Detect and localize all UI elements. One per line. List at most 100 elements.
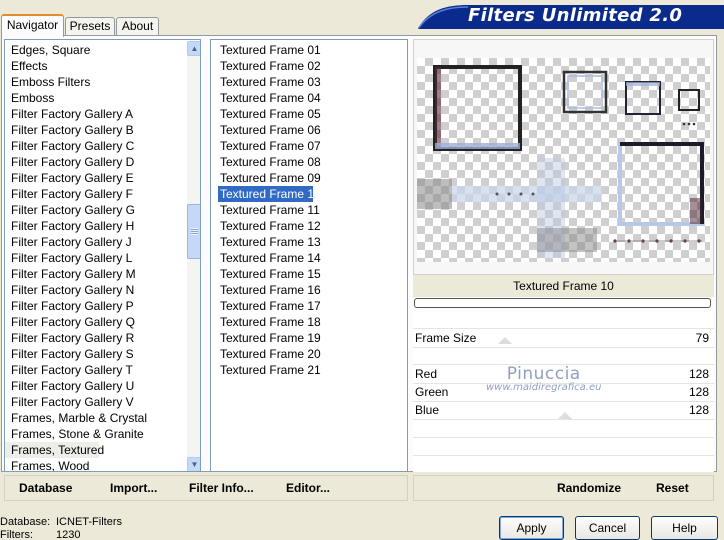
filter-item[interactable]: Textured Frame 15 — [211, 266, 407, 282]
filter-item[interactable]: Textured Frame 21 — [211, 362, 407, 378]
filter-controls: Frame Size 79 Red 128 Green 128 Blue 128… — [413, 312, 714, 472]
category-item[interactable]: Filter Factory Gallery D — [5, 154, 183, 170]
category-item[interactable]: Frames, Marble & Crystal — [5, 410, 183, 426]
tab-presets[interactable]: Presets — [65, 17, 115, 36]
preview-filter-name: Textured Frame 10 — [413, 275, 714, 297]
category-item[interactable]: Filter Factory Gallery M — [5, 266, 183, 282]
right-toolbar: Randomize Reset — [413, 475, 714, 501]
category-item[interactable]: Filter Factory Gallery F — [5, 186, 183, 202]
category-item[interactable]: Frames, Stone & Granite — [5, 426, 183, 442]
category-item[interactable]: Filter Factory Gallery C — [5, 138, 183, 154]
filter-list[interactable]: Textured Frame 01 Textured Frame 02 Textur… — [210, 39, 408, 472]
filter-info-button[interactable]: Filter Info... — [189, 481, 254, 495]
apply-button[interactable]: Apply — [499, 516, 564, 540]
category-item[interactable]: Filter Factory Gallery N — [5, 282, 183, 298]
blue-slider-thumb[interactable] — [558, 412, 572, 419]
filter-item[interactable]: Textured Frame 03 — [211, 74, 407, 90]
filter-item[interactable]: Textured Frame 11 — [211, 202, 407, 218]
filter-items: Textured Frame 01 Textured Frame 02 Textur… — [211, 42, 407, 378]
filter-item[interactable]: Textured Frame 18 — [211, 314, 407, 330]
filter-item[interactable]: Textured Frame 17 — [211, 298, 407, 314]
frame-size-control[interactable]: Frame Size 79 — [413, 329, 714, 347]
row-divider — [413, 419, 714, 420]
category-item[interactable]: Filter Factory Gallery A — [5, 106, 183, 122]
tab-about[interactable]: About — [116, 17, 159, 36]
cancel-button[interactable]: Cancel — [575, 516, 640, 540]
scroll-thumb[interactable] — [187, 204, 200, 259]
category-item[interactable]: Effects — [5, 58, 183, 74]
watermark: Pinuccia www.maidiregrafica.eu — [486, 364, 601, 393]
randomize-button[interactable]: Randomize — [557, 481, 621, 495]
progress-bar — [414, 298, 711, 308]
filter-item[interactable]: Textured Frame 06 — [211, 122, 407, 138]
database-value: ICNET-Filters — [56, 516, 122, 528]
preview-image — [417, 58, 710, 262]
category-item[interactable]: Edges, Square — [5, 42, 183, 58]
red-value: 128 — [688, 367, 709, 381]
chevron-down-icon[interactable]: ▼ — [187, 457, 200, 471]
row-divider — [413, 437, 714, 438]
green-label: Green — [415, 385, 449, 399]
category-item[interactable]: Filter Factory Gallery L — [5, 250, 183, 266]
category-item[interactable]: Emboss — [5, 90, 183, 106]
help-button[interactable]: Help — [651, 516, 718, 540]
category-item[interactable]: Filter Factory Gallery R — [5, 330, 183, 346]
filter-item[interactable]: Textured Frame 05 — [211, 106, 407, 122]
filter-item[interactable]: Textured Frame 07 — [211, 138, 407, 154]
category-item[interactable]: Filter Factory Gallery U — [5, 378, 183, 394]
filter-item[interactable]: Textured Frame 01 — [211, 42, 407, 58]
watermark-name: Pinuccia — [506, 364, 581, 384]
category-item[interactable]: Filter Factory Gallery H — [5, 218, 183, 234]
database-label: Database: — [0, 516, 51, 528]
category-item[interactable]: Filter Factory Gallery T — [5, 362, 183, 378]
left-toolbar: Database Import... Filter Info... Editor… — [4, 475, 408, 501]
chevron-up-icon[interactable]: ▲ — [187, 41, 200, 56]
category-item[interactable]: Filter Factory Gallery J — [5, 234, 183, 250]
frame-size-value: 79 — [695, 331, 709, 345]
reset-button[interactable]: Reset — [656, 481, 689, 495]
category-item[interactable]: Emboss Filters — [5, 74, 183, 90]
watermark-url: www.maidiregrafica.eu — [486, 382, 602, 393]
tab-navigator[interactable]: Navigator — [1, 14, 64, 37]
category-item[interactable]: Filter Factory Gallery Q — [5, 314, 183, 330]
filter-item[interactable]: Textured Frame 09 — [211, 170, 407, 186]
import-button[interactable]: Import... — [110, 481, 157, 495]
category-item[interactable]: Filter Factory Gallery P — [5, 298, 183, 314]
filter-item[interactable]: Textured Frame 20 — [211, 346, 407, 362]
blue-label: Blue — [415, 403, 440, 417]
red-label: Red — [415, 367, 438, 381]
blue-value: 128 — [688, 403, 709, 417]
filter-item[interactable]: Textured Frame 13 — [211, 234, 407, 250]
green-value: 128 — [688, 385, 709, 399]
category-item[interactable]: Filter Factory Gallery V — [5, 394, 183, 410]
preview-area — [413, 39, 714, 275]
filter-item[interactable]: Textured Frame 10 — [218, 186, 321, 202]
status-database: Database: ICNET-Filters — [0, 516, 122, 528]
category-scrollbar[interactable]: ▲ ▼ — [187, 41, 200, 471]
database-button[interactable]: Database — [19, 481, 72, 495]
title-banner: Filters Unlimited 2.0 — [418, 3, 724, 29]
filters-count: 1230 — [56, 529, 81, 540]
category-item[interactable]: Filter Factory Gallery G — [5, 202, 183, 218]
filter-item[interactable]: Textured Frame 04 — [211, 90, 407, 106]
category-item[interactable]: Filter Factory Gallery E — [5, 170, 183, 186]
frame-size-label: Frame Size — [415, 331, 477, 345]
category-item[interactable]: Filter Factory Gallery S — [5, 346, 183, 362]
frame-size-slider-thumb[interactable] — [498, 337, 512, 344]
row-divider — [413, 347, 714, 348]
category-item[interactable]: Frames, Textured — [5, 442, 104, 458]
app-title: Filters Unlimited 2.0 — [468, 5, 683, 26]
filter-item[interactable]: Textured Frame 08 — [211, 154, 407, 170]
category-list[interactable]: Edges, Square Effects Emboss Filters Emboss… — [4, 39, 201, 472]
filter-item[interactable]: Textured Frame 16 — [211, 282, 407, 298]
filter-item[interactable]: Textured Frame 19 — [211, 330, 407, 346]
status-filters: Filters: 1230 — [0, 529, 80, 540]
category-item[interactable]: Frames, Wood — [5, 458, 183, 471]
filter-item[interactable]: Textured Frame 12 — [211, 218, 407, 234]
filter-item[interactable]: Textured Frame 02 — [211, 58, 407, 74]
row-divider — [413, 455, 714, 456]
filter-item[interactable]: Textured Frame 14 — [211, 250, 407, 266]
category-item[interactable]: Filter Factory Gallery B — [5, 122, 183, 138]
filters-label: Filters: — [0, 529, 33, 540]
editor-button[interactable]: Editor... — [286, 481, 330, 495]
